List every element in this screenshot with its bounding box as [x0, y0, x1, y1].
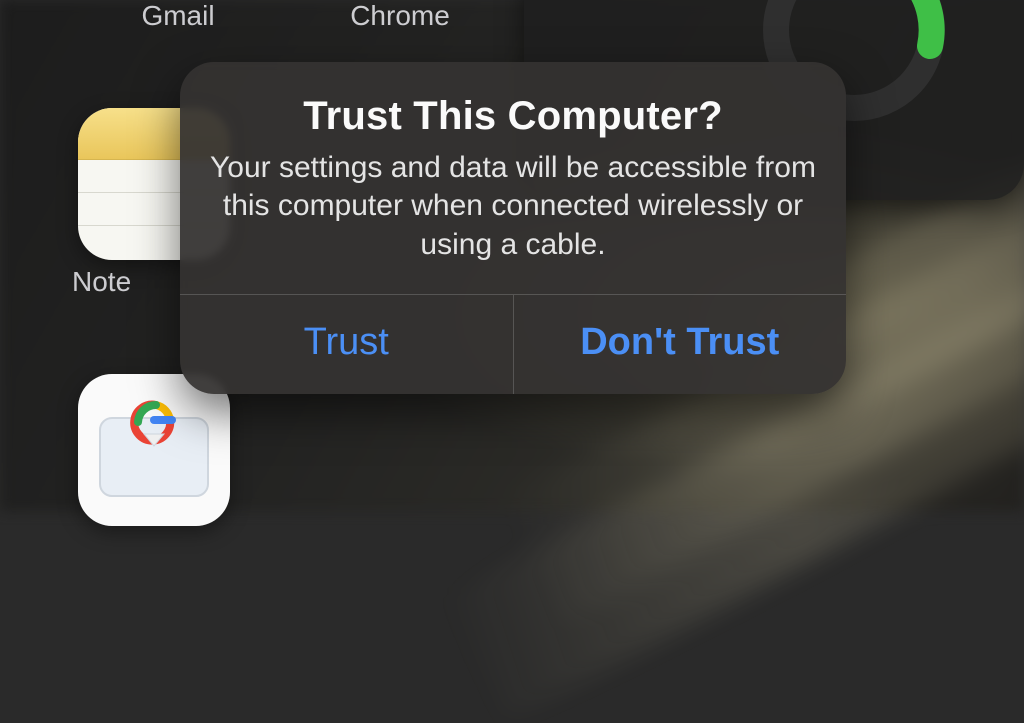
- app-label-gmail: Gmail: [88, 0, 268, 32]
- trust-button[interactable]: Trust: [180, 295, 513, 394]
- app-label-notes: Note: [72, 266, 192, 298]
- dialog-message: Your settings and data will be accessibl…: [208, 149, 818, 264]
- app-label-chrome: Chrome: [310, 0, 490, 32]
- gboard-icon: [94, 390, 214, 510]
- dialog-buttons: Trust Don't Trust: [180, 294, 846, 394]
- app-icon-gboard[interactable]: [78, 374, 230, 526]
- dialog-title: Trust This Computer?: [208, 94, 818, 139]
- dialog-content: Trust This Computer? Your settings and d…: [180, 62, 846, 294]
- trust-computer-dialog: Trust This Computer? Your settings and d…: [180, 62, 846, 394]
- dont-trust-button[interactable]: Don't Trust: [513, 295, 847, 394]
